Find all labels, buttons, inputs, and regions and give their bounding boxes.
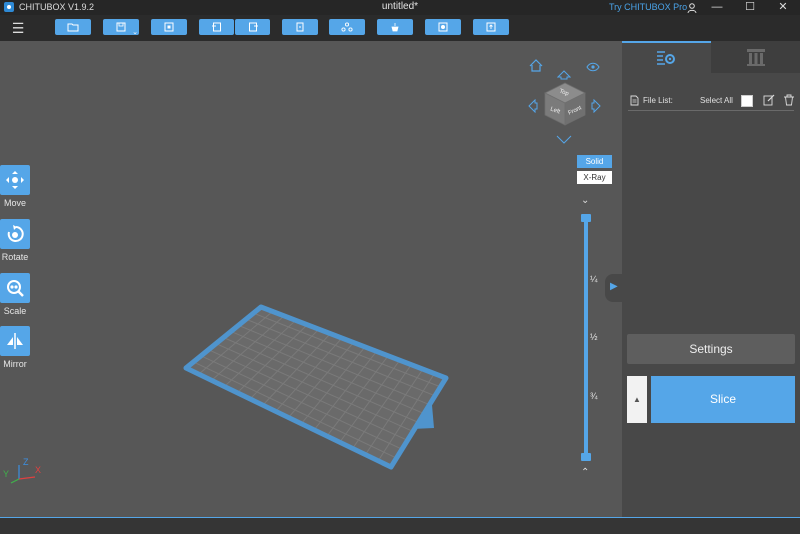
undo-button[interactable] (199, 19, 234, 35)
open-folder-button[interactable] (55, 19, 91, 35)
axis-z-label: Z (23, 457, 29, 467)
tab-model-settings[interactable] (622, 41, 711, 73)
rotate-view-up-icon[interactable] (557, 70, 571, 80)
hollow-button[interactable] (425, 19, 461, 35)
tab-supports[interactable] (711, 41, 800, 73)
layer-slider-track[interactable] (584, 217, 588, 458)
fit-screen-icon (164, 22, 174, 32)
home-view-icon[interactable] (528, 59, 544, 73)
slice-button[interactable]: Slice (651, 376, 795, 423)
solid-view-button[interactable]: Solid (577, 155, 612, 168)
export-icon (486, 22, 496, 32)
list-settings-icon (657, 51, 675, 65)
panel-collapse-tab[interactable]: ▶ (605, 274, 622, 302)
save-icon (116, 22, 126, 32)
layer-down-chevron-icon[interactable]: ⌄ (581, 195, 589, 206)
file-list-divider (628, 110, 794, 111)
rotate-view-left-icon[interactable] (528, 99, 538, 113)
minimize-button[interactable]: — (702, 0, 732, 15)
axis-y-label: Y (3, 469, 10, 479)
layout-icon (341, 22, 353, 32)
layer-mark-three-quarter: ¾ (590, 391, 598, 401)
undo-icon (211, 22, 221, 32)
rotate-icon (7, 225, 24, 242)
collapse-arrow-icon: ▶ (610, 281, 618, 292)
axis-x-label: X (35, 465, 42, 475)
chitubox-logo-icon (4, 2, 14, 12)
save-button[interactable]: ⌄ (103, 19, 139, 36)
fit-screen-button[interactable] (151, 19, 187, 35)
file-list-label: File List: (643, 96, 673, 105)
support-button[interactable] (377, 19, 413, 35)
eye-icon[interactable] (586, 62, 600, 72)
open-folder-icon (67, 23, 79, 32)
redo-button[interactable] (235, 19, 270, 35)
layer-mark-quarter: ¼ (590, 274, 598, 284)
move-icon (6, 171, 24, 189)
move-tool-button[interactable] (0, 165, 30, 195)
layer-mark-half: ½ (590, 332, 598, 342)
user-icon[interactable] (686, 1, 698, 14)
edit-icon[interactable] (763, 94, 775, 106)
main-toolbar: ☰ ⌄ (0, 15, 800, 41)
rotate-view-down-icon[interactable] (556, 135, 572, 145)
title-bar: CHITUBOX V1.9.2 untitled* Try CHITUBOX P… (0, 0, 800, 15)
maximize-button[interactable]: ☐ (735, 0, 765, 15)
select-all-label: Select All (700, 96, 733, 105)
file-list-header: File List: Select All (630, 93, 794, 109)
xray-view-button[interactable]: X-Ray (577, 171, 612, 184)
copy-icon (296, 22, 304, 32)
redo-icon (248, 22, 258, 32)
settings-button[interactable]: Settings (627, 334, 795, 364)
support-columns-icon (747, 49, 765, 66)
try-pro-link[interactable]: Try CHITUBOX Pro (609, 2, 687, 12)
mirror-tool-button[interactable] (0, 326, 30, 356)
scale-label: Scale (3, 306, 27, 316)
app-name: CHITUBOX V1.9.2 (19, 2, 95, 12)
mirror-label: Mirror (3, 359, 27, 369)
layer-up-chevron-icon[interactable]: ⌃ (581, 467, 589, 478)
slice-options-button[interactable]: ▲ (627, 376, 647, 423)
mirror-icon (7, 333, 23, 349)
move-label: Move (3, 198, 26, 208)
3d-viewport[interactable]: Move Rotate Scale Mirror Y Z X Top Left … (0, 41, 622, 517)
hamburger-menu-icon[interactable]: ☰ (8, 18, 28, 38)
export-button[interactable] (473, 19, 509, 35)
copy-button[interactable] (282, 19, 318, 35)
support-icon (391, 23, 399, 32)
rotate-view-right-icon[interactable] (591, 99, 601, 113)
layout-button[interactable] (329, 19, 365, 35)
right-panel: File List: Select All Settings ▲ Slice (622, 41, 800, 517)
rotate-label: Rotate (1, 252, 29, 262)
trash-icon[interactable] (783, 94, 795, 106)
file-icon (630, 95, 639, 106)
rotate-tool-button[interactable] (0, 219, 30, 249)
save-dropdown-icon[interactable]: ⌄ (132, 28, 138, 36)
close-button[interactable]: ✕ (768, 0, 798, 15)
layer-slider-top-handle[interactable] (581, 214, 591, 222)
view-cube[interactable] (543, 81, 587, 127)
layer-slider-bottom-handle[interactable] (581, 453, 591, 461)
scale-tool-button[interactable] (0, 273, 30, 303)
scale-icon (7, 280, 24, 297)
select-all-checkbox[interactable] (741, 95, 753, 107)
status-bar (0, 517, 800, 534)
hollow-icon (438, 22, 448, 32)
